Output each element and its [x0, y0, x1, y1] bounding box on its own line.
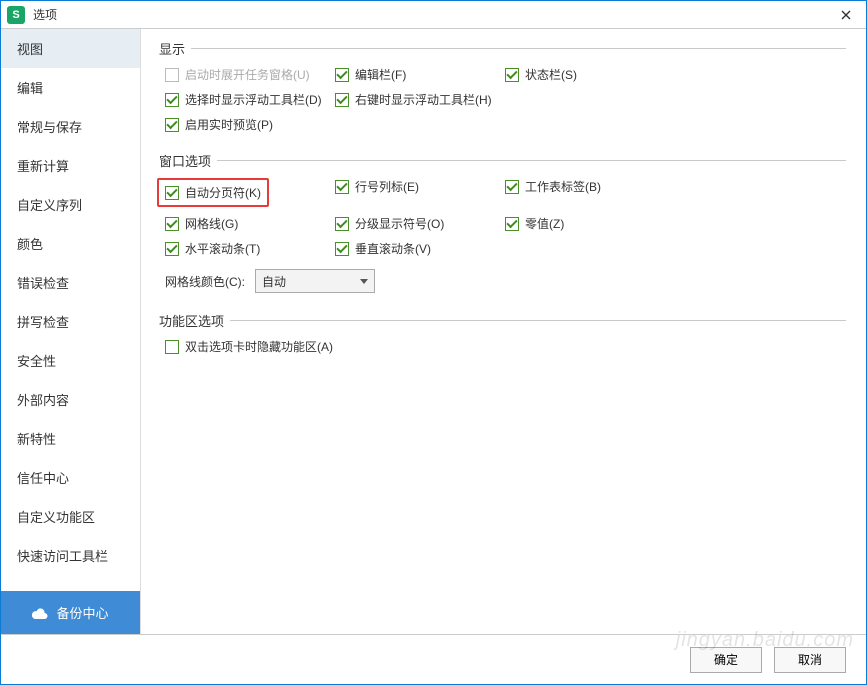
checkbox-icon: [335, 68, 349, 82]
checkbox-icon: [165, 217, 179, 231]
sidebar-item-0[interactable]: 视图: [1, 29, 140, 68]
opt-window-0[interactable]: 自动分页符(K): [165, 184, 261, 201]
close-button[interactable]: [832, 1, 860, 29]
sidebar-item-8[interactable]: 安全性: [1, 341, 140, 380]
opt-display-1[interactable]: 编辑栏(F): [335, 66, 505, 83]
sidebar-item-2[interactable]: 常规与保存: [1, 107, 140, 146]
checkbox-icon: [165, 118, 179, 132]
opt-display-3-label: 选择时显示浮动工具栏(D): [185, 91, 322, 108]
sidebar: 视图编辑常规与保存重新计算自定义序列颜色错误检查拼写检查安全性外部内容新特性信任…: [1, 29, 141, 634]
opt-window-2[interactable]: 工作表标签(B): [505, 178, 675, 195]
sidebar-item-12[interactable]: 自定义功能区: [1, 497, 140, 536]
gridline-color-label: 网格线颜色(C):: [165, 273, 245, 290]
content-area: 显示 启动时展开任务窗格(U) 编辑栏(F) 状态栏(S) 选择时显示浮动工具栏(D)…: [141, 29, 866, 634]
opt-window-5[interactable]: 零值(Z): [505, 215, 675, 232]
ok-button[interactable]: 确定: [690, 647, 762, 673]
opt-window-2-label: 工作表标签(B): [525, 178, 601, 195]
checkbox-icon: [505, 180, 519, 194]
checkbox-icon: [505, 68, 519, 82]
sidebar-item-13[interactable]: 快速访问工具栏: [1, 536, 140, 575]
checkbox-icon: [335, 217, 349, 231]
checkbox-icon: [165, 340, 179, 354]
section-ribbon-title: 功能区选项: [159, 311, 230, 330]
sidebar-item-9[interactable]: 外部内容: [1, 380, 140, 419]
opt-window-7-label: 垂直滚动条(V): [355, 240, 431, 257]
checkbox-icon: [165, 93, 179, 107]
opt-display-3[interactable]: 选择时显示浮动工具栏(D): [165, 91, 335, 108]
opt-display-0-label: 启动时展开任务窗格(U): [185, 66, 310, 83]
backup-center-label: 备份中心: [56, 603, 108, 622]
opt-display-1-label: 编辑栏(F): [355, 66, 406, 83]
gridline-color-select[interactable]: 自动: [255, 269, 375, 293]
divider: [217, 160, 846, 161]
sidebar-item-1[interactable]: 编辑: [1, 68, 140, 107]
opt-display-6-label: 启用实时预览(P): [185, 116, 273, 133]
sidebar-item-10[interactable]: 新特性: [1, 419, 140, 458]
opt-window-3[interactable]: 网格线(G): [165, 215, 335, 232]
section-display: 显示 启动时展开任务窗格(U) 编辑栏(F) 状态栏(S) 选择时显示浮动工具栏(D)…: [159, 39, 846, 133]
opt-window-1[interactable]: 行号列标(E): [335, 178, 505, 195]
opt-window-6[interactable]: 水平滚动条(T): [165, 240, 335, 257]
footer: jingyan.baidu.com 确定 取消: [1, 634, 866, 684]
close-icon: [841, 10, 851, 20]
checkbox-icon: [165, 68, 179, 82]
checkbox-icon: [335, 242, 349, 256]
opt-window-7[interactable]: 垂直滚动条(V): [335, 240, 505, 257]
checkbox-icon: [505, 217, 519, 231]
opt-window-6-label: 水平滚动条(T): [185, 240, 260, 257]
checkbox-icon: [165, 186, 179, 200]
opt-window-3-label: 网格线(G): [185, 215, 238, 232]
opt-display-2-label: 状态栏(S): [525, 66, 577, 83]
highlight-box: 自动分页符(K): [157, 178, 269, 207]
cancel-button[interactable]: 取消: [774, 647, 846, 673]
section-window-title: 窗口选项: [159, 151, 217, 170]
section-window: 窗口选项 自动分页符(K) 行号列标(E) 工作表标签(B) 网格线(G) 分级显示符号…: [159, 151, 846, 293]
sidebar-item-3[interactable]: 重新计算: [1, 146, 140, 185]
opt-window-1-label: 行号列标(E): [355, 178, 419, 195]
opt-display-0: 启动时展开任务窗格(U): [165, 66, 335, 83]
chevron-down-icon: [360, 279, 368, 284]
sidebar-item-5[interactable]: 颜色: [1, 224, 140, 263]
sidebar-item-11[interactable]: 信任中心: [1, 458, 140, 497]
cloud-icon: [32, 607, 48, 619]
opt-ribbon-0[interactable]: 双击选项卡时隐藏功能区(A): [165, 338, 335, 355]
sidebar-item-7[interactable]: 拼写检查: [1, 302, 140, 341]
sidebar-item-6[interactable]: 错误检查: [1, 263, 140, 302]
divider: [191, 48, 846, 49]
titlebar: S 选项: [1, 1, 866, 29]
gridline-color-value: 自动: [262, 273, 286, 290]
section-ribbon: 功能区选项 双击选项卡时隐藏功能区(A): [159, 311, 846, 355]
checkbox-icon: [165, 242, 179, 256]
opt-window-0-label: 自动分页符(K): [185, 184, 261, 201]
app-icon: S: [7, 6, 25, 24]
opt-display-6[interactable]: 启用实时预览(P): [165, 116, 335, 133]
opt-window-4[interactable]: 分级显示符号(O): [335, 215, 505, 232]
opt-display-4[interactable]: 右键时显示浮动工具栏(H): [335, 91, 505, 108]
checkbox-icon: [335, 93, 349, 107]
divider: [230, 320, 846, 321]
opt-ribbon-0-label: 双击选项卡时隐藏功能区(A): [185, 338, 333, 355]
window-title: 选项: [33, 6, 832, 23]
opt-window-4-label: 分级显示符号(O): [355, 215, 444, 232]
opt-display-2[interactable]: 状态栏(S): [505, 66, 675, 83]
checkbox-icon: [335, 180, 349, 194]
section-display-title: 显示: [159, 39, 191, 58]
opt-display-4-label: 右键时显示浮动工具栏(H): [355, 91, 492, 108]
backup-center-button[interactable]: 备份中心: [1, 591, 140, 634]
sidebar-item-4[interactable]: 自定义序列: [1, 185, 140, 224]
opt-window-5-label: 零值(Z): [525, 215, 564, 232]
